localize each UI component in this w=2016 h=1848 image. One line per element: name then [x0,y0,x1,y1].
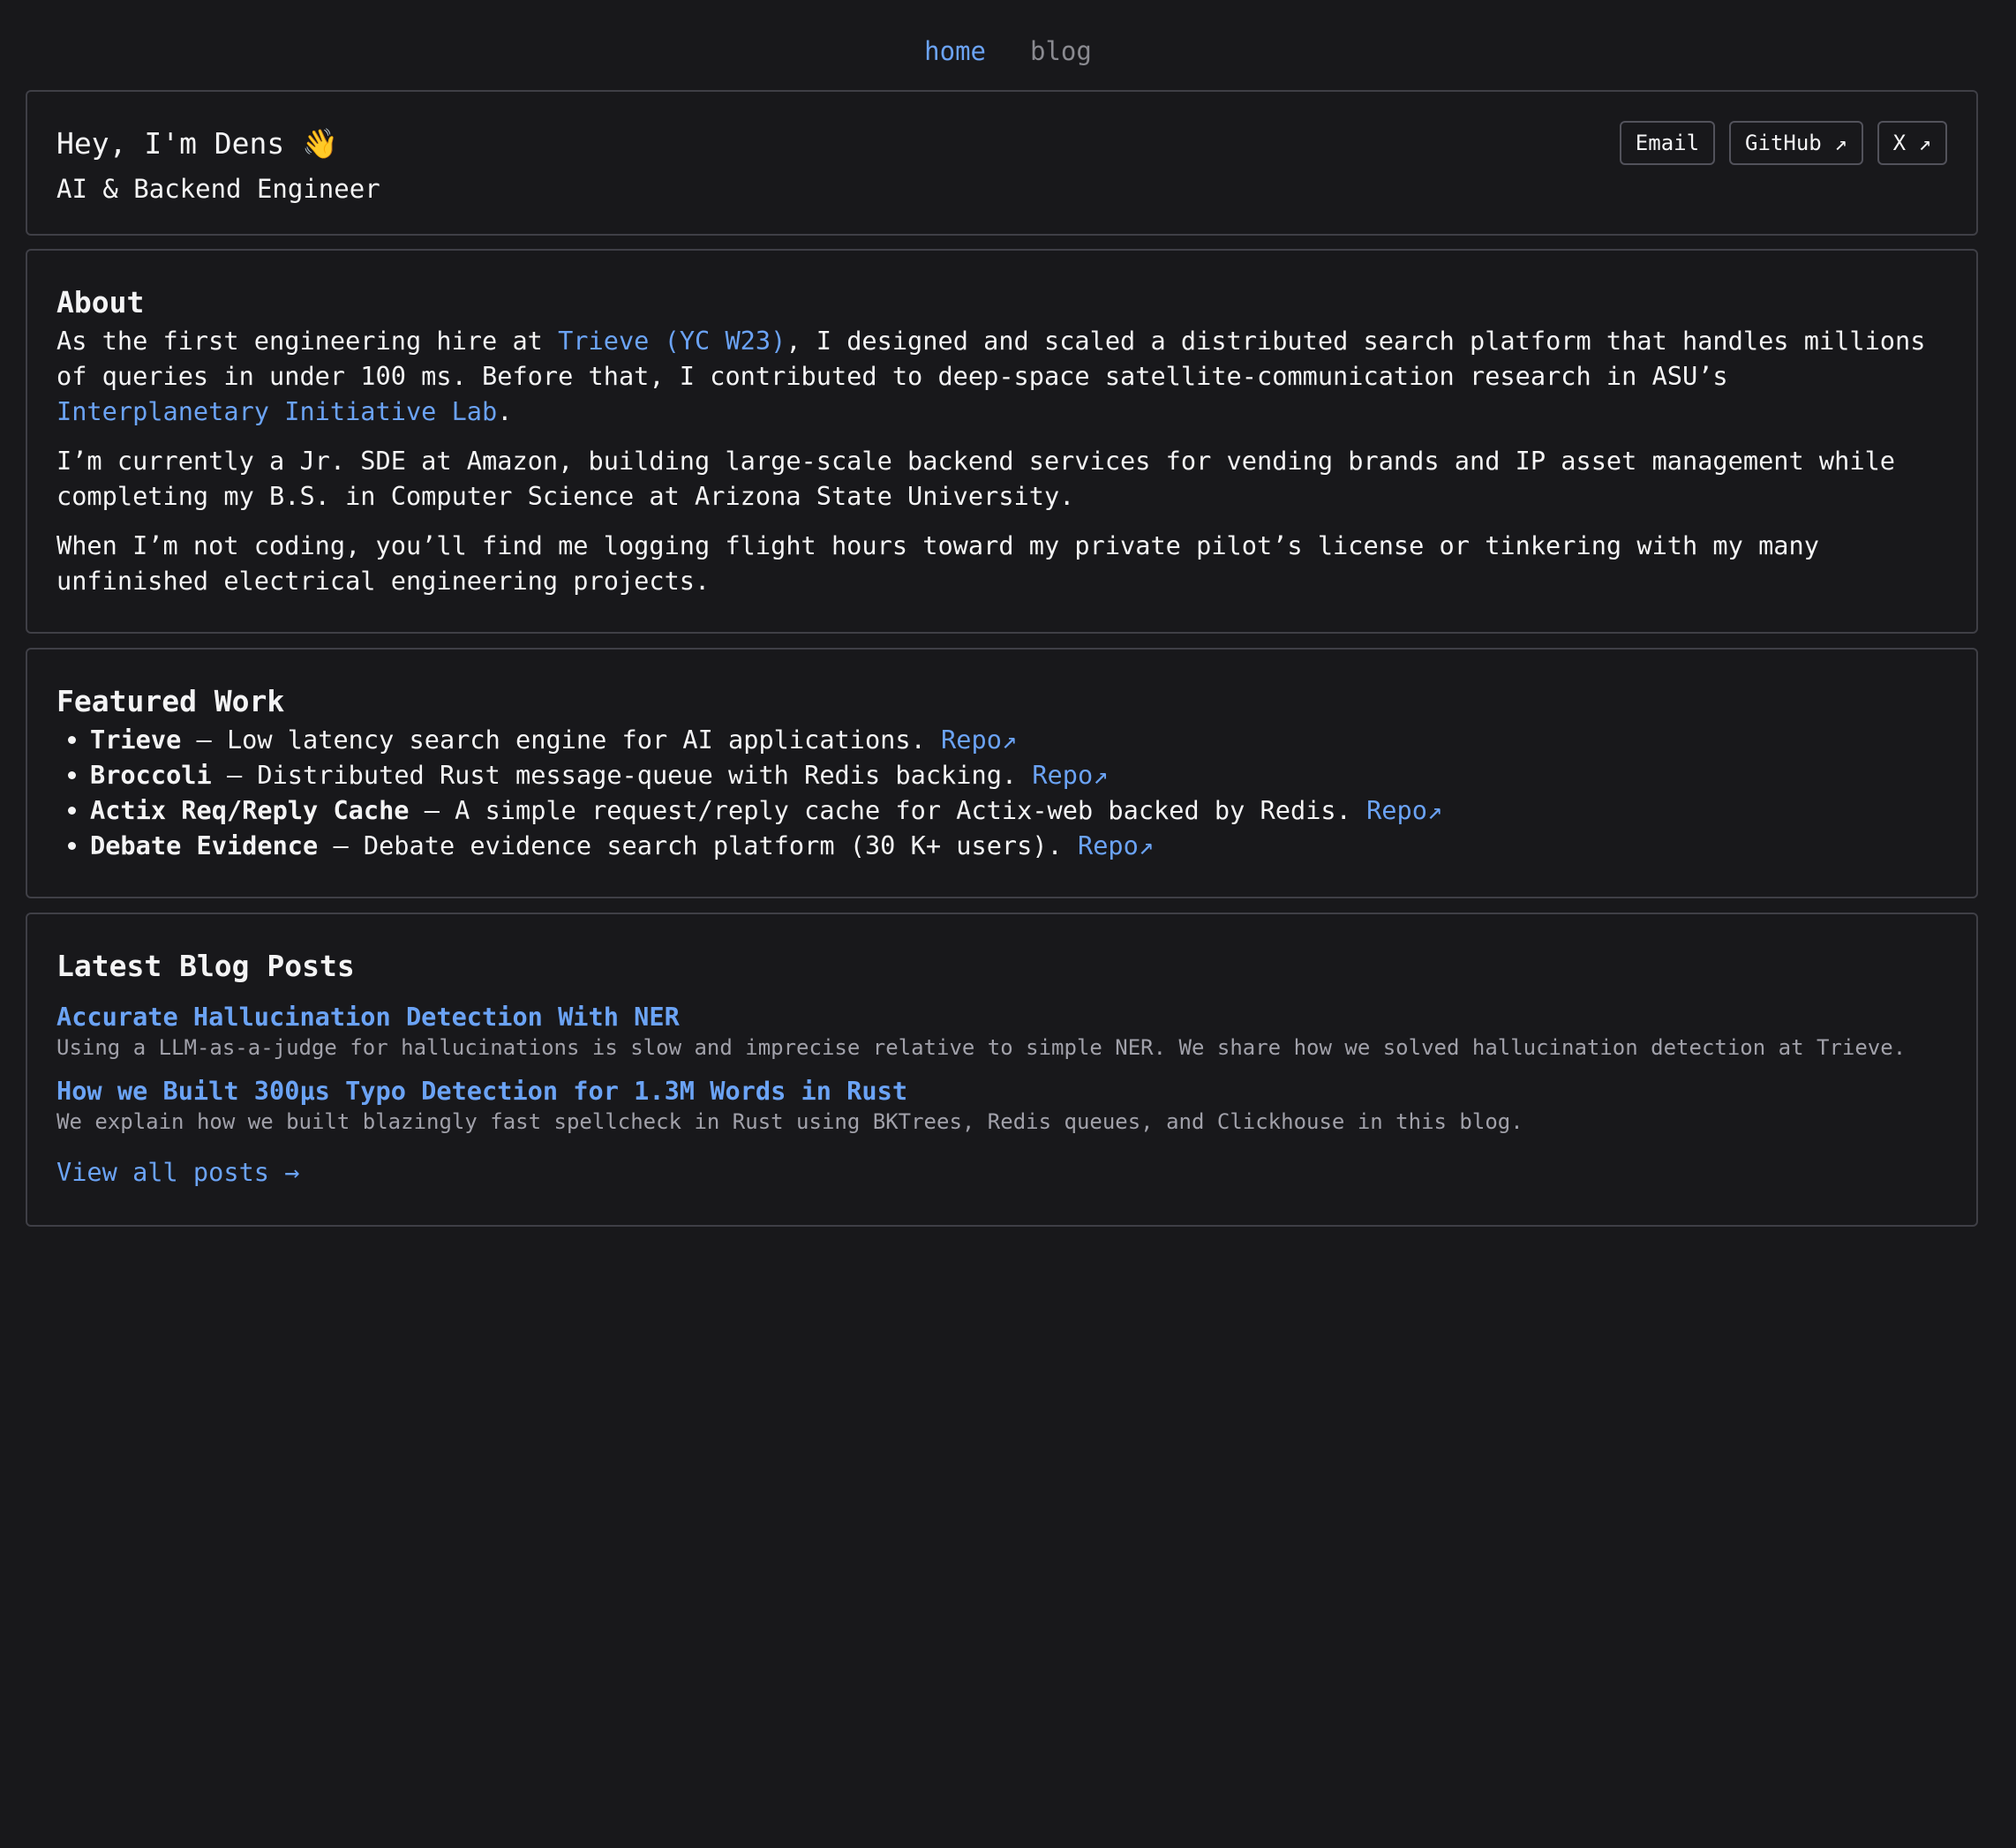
email-button[interactable]: Email [1619,121,1716,165]
about-paragraph-3: When I’m not coding, you’ll find me logg… [56,530,1819,596]
featured-item: Trieve — Low latency search engine for A… [90,722,1947,757]
repo-link[interactable]: Repo↗ [941,725,1017,755]
blog-section-title: Latest Blog Posts [56,949,355,983]
top-nav: home blog [0,34,2016,69]
x-button[interactable]: X ↗ [1877,121,1947,165]
hero-card: Hey, I'm Dens 👋 AI & Backend Engineer Em… [26,90,1978,236]
blog-post-description: Using a LLM-as-a-judge for hallucination… [56,1035,1907,1060]
repo-link[interactable]: Repo↗ [1366,795,1442,825]
about-paragraph-2: I’m currently a Jr. SDE at Amazon, build… [56,446,1896,511]
featured-title: Featured Work [56,684,285,718]
github-button[interactable]: GitHub ↗ [1729,121,1863,165]
repo-link[interactable]: Repo↗ [1078,830,1154,860]
featured-work-card: Featured Work Trieve — Low latency searc… [26,648,1978,898]
about-paragraph-1: As the first engineering hire at Trieve … [56,323,1947,429]
hero-subtitle: AI & Backend Engineer [56,174,380,204]
view-all-posts-link[interactable]: View all posts → [56,1154,299,1190]
trieve-link[interactable]: Trieve (YC W23) [558,326,786,356]
blog-post: Accurate Hallucination Detection With NE… [56,999,1947,1061]
featured-item: Broccoli — Distributed Rust message-queu… [90,757,1947,793]
nav-blog-link[interactable]: blog [1030,34,1092,69]
social-links: Email GitHub ↗ X ↗ [1619,121,1947,165]
about-p1-text-end: . [497,396,513,426]
blog-post-title[interactable]: How we Built 300μs Typo Detection for 1.… [56,1073,1947,1108]
nav-home-link[interactable]: home [924,34,986,69]
blog-post: How we Built 300μs Typo Detection for 1.… [56,1073,1947,1135]
featured-item-name: Actix Req/Reply Cache [90,795,410,825]
hero-title: Hey, I'm Dens 👋 [56,126,339,161]
featured-item-desc: — Distributed Rust message-queue with Re… [211,760,1033,790]
blog-post-description: We explain how we built blazingly fast s… [56,1109,1523,1134]
featured-item-desc: — A simple request/reply cache for Actix… [409,795,1367,825]
featured-item-desc: — Low latency search engine for AI appli… [181,725,942,755]
featured-item: Debate Evidence — Debate evidence search… [90,828,1947,863]
interplanetary-lab-link[interactable]: Interplanetary Initiative Lab [56,396,497,426]
featured-item-desc: — Debate evidence search platform (30 K+… [318,830,1078,860]
featured-item-name: Trieve [90,725,182,755]
featured-item-name: Broccoli [90,760,212,790]
about-p1-text-start: As the first engineering hire at [56,326,559,356]
repo-link[interactable]: Repo↗ [1032,760,1108,790]
about-card: About As the first engineering hire at T… [26,249,1978,634]
featured-item-name: Debate Evidence [90,830,319,860]
featured-list: Trieve — Low latency search engine for A… [56,722,1947,863]
about-title: About [56,285,145,319]
featured-item: Actix Req/Reply Cache — A simple request… [90,793,1947,828]
latest-blog-card: Latest Blog Posts Accurate Hallucination… [26,913,1978,1227]
blog-post-title[interactable]: Accurate Hallucination Detection With NE… [56,999,1947,1034]
